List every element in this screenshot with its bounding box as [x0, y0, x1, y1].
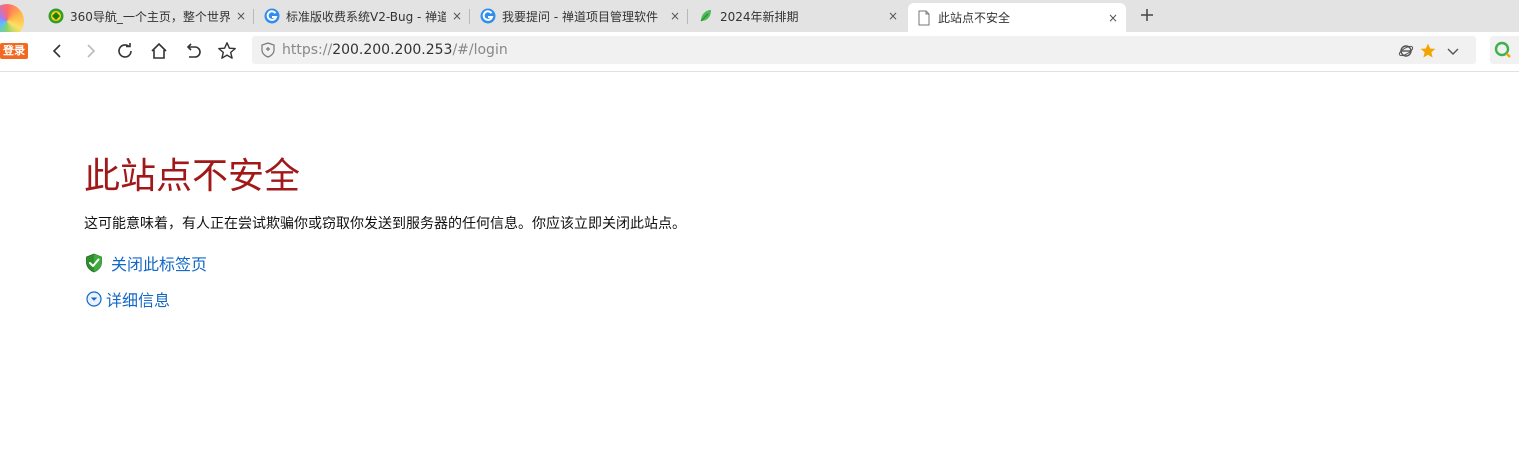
tab-strip: 360导航_一个主页，整个世界 × 标准版收费系统V2-Bug - 禅道 × 我…: [0, 0, 1519, 38]
tab-360-nav[interactable]: 360导航_一个主页，整个世界 ×: [40, 2, 254, 30]
url-path: /#/login: [452, 42, 508, 58]
tab-title: 标准版收费系统V2-Bug - 禅道: [286, 9, 446, 24]
tab-divider: [253, 9, 254, 24]
tab-close-icon[interactable]: ×: [450, 9, 464, 23]
url-text[interactable]: https://200.200.200.253/#/login: [282, 42, 508, 58]
tab-title: 我要提问 - 禅道项目管理软件: [502, 9, 658, 24]
back-button[interactable]: [45, 39, 69, 63]
tab-schedule-2024[interactable]: 2024年新排期 ×: [690, 2, 906, 30]
tab-close-icon[interactable]: ×: [1106, 11, 1120, 25]
green-shield-check-icon: [84, 253, 104, 273]
page-icon: [916, 10, 932, 26]
undo-icon: [186, 43, 201, 58]
tab-unsafe-site[interactable]: 此站点不安全 ×: [908, 3, 1126, 32]
ie-compat-icon[interactable]: [1397, 42, 1415, 60]
reload-button[interactable]: [113, 39, 137, 63]
tab-divider: [469, 9, 470, 24]
browser-toolbar: 登录 https://200.200.200.253/#/login: [0, 32, 1519, 72]
bookmark-button[interactable]: [215, 39, 239, 63]
360-nav-icon: [48, 8, 64, 24]
address-bar[interactable]: https://200.200.200.253/#/login: [252, 36, 1476, 64]
plus-icon: [1141, 9, 1153, 21]
reload-icon: [118, 43, 132, 58]
zentao-icon: [480, 8, 496, 24]
close-tab-action: 关闭此标签页: [84, 251, 207, 275]
expand-circle-icon[interactable]: [86, 291, 102, 307]
search-box[interactable]: [1490, 36, 1519, 64]
tab-title: 360导航_一个主页，整个世界: [70, 9, 230, 24]
tab-title: 2024年新排期: [720, 9, 799, 24]
tab-close-icon[interactable]: ×: [668, 9, 682, 23]
home-button[interactable]: [147, 39, 171, 63]
login-badge[interactable]: 登录: [0, 43, 28, 59]
url-scheme: https://: [282, 42, 333, 58]
forward-arrow-icon: [87, 44, 96, 58]
favorite-star-icon[interactable]: [1419, 42, 1437, 60]
tab-title: 此站点不安全: [938, 11, 1011, 25]
details-action: 详细信息: [86, 287, 170, 311]
new-tab-button[interactable]: [1136, 4, 1158, 26]
details-link[interactable]: 详细信息: [106, 287, 170, 311]
url-host: 200.200.200.253: [332, 42, 453, 58]
tab-close-icon[interactable]: ×: [234, 9, 248, 23]
tab-divider: [687, 9, 688, 24]
warning-description: 这可能意味着，有人正在尝试欺骗你或窃取你发送到服务器的任何信息。你应该立即关闭此…: [84, 216, 686, 232]
warning-title: 此站点不安全: [84, 156, 301, 197]
undo-close-button[interactable]: [181, 39, 205, 63]
tab-zentao-bug[interactable]: 标准版收费系统V2-Bug - 禅道 ×: [256, 2, 470, 30]
zentao-icon: [264, 8, 280, 24]
star-outline-icon: [218, 42, 236, 59]
tab-zentao-question[interactable]: 我要提问 - 禅道项目管理软件 ×: [472, 2, 688, 30]
leaf-icon: [698, 8, 714, 24]
search-icon: [1494, 41, 1511, 58]
home-icon: [151, 42, 167, 59]
close-tab-link[interactable]: 关闭此标签页: [111, 251, 207, 275]
chevron-down-icon[interactable]: [1444, 42, 1462, 60]
shield-icon[interactable]: [260, 42, 276, 58]
forward-button[interactable]: [79, 39, 103, 63]
back-arrow-icon: [52, 44, 61, 58]
tab-close-icon[interactable]: ×: [886, 9, 900, 23]
